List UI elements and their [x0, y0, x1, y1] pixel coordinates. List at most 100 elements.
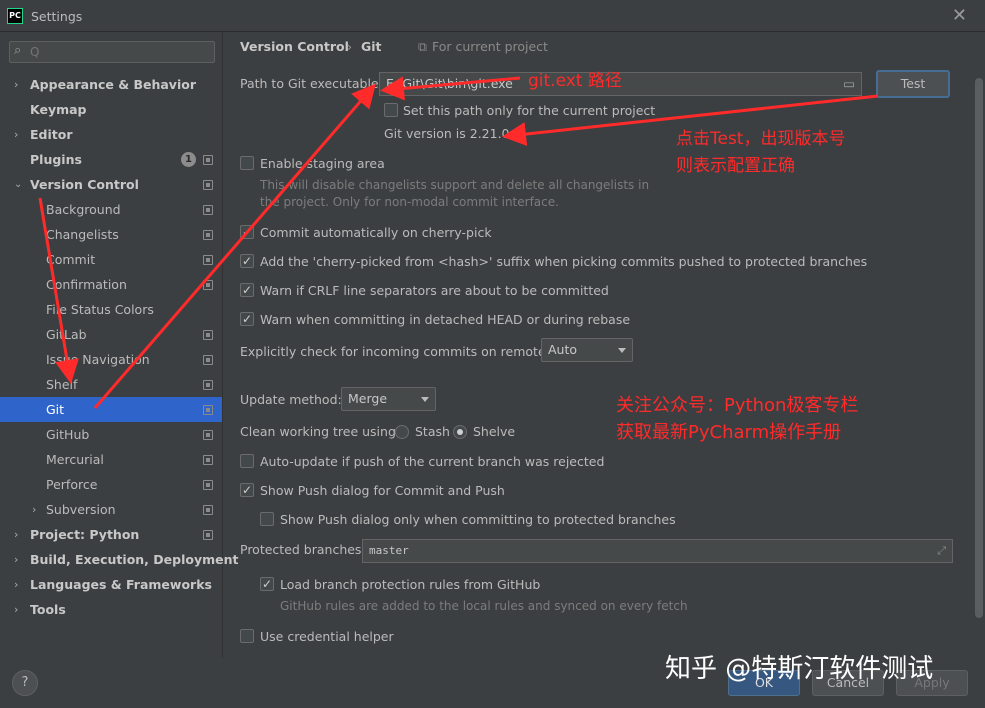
sidebar-item-background[interactable]: Background: [0, 197, 222, 222]
sidebar-item-keymap[interactable]: Keymap: [0, 97, 222, 122]
chevron-down-icon: [618, 348, 626, 353]
load-rules-label: Load branch protection rules from GitHub: [280, 577, 541, 592]
project-scope-icon: [203, 530, 213, 540]
chevron-down-icon: [421, 397, 429, 402]
chevron-right-icon: ›: [14, 553, 19, 566]
protected-branches-label: Protected branches:: [240, 542, 366, 557]
auto-update-checkbox[interactable]: [240, 454, 254, 468]
chevron-right-icon: ›: [14, 528, 19, 541]
git-path-value: E:\Git\Git\bin\git.exe: [386, 76, 513, 91]
pycharm-logo-icon: PC: [7, 8, 23, 24]
sidebar-item-project-python[interactable]: › Project: Python: [0, 522, 222, 547]
chevron-right-icon: ›: [14, 78, 19, 91]
search-input[interactable]: [30, 43, 210, 61]
test-annotation-line1: 点击Test，出现版本号: [676, 129, 846, 149]
show-push-protected-label: Show Push dialog only when committing to…: [280, 512, 676, 527]
detached-head-checkbox[interactable]: ✓: [240, 312, 254, 326]
test-button[interactable]: Test: [876, 70, 950, 98]
project-scope-icon: [203, 355, 213, 365]
crlf-checkbox[interactable]: ✓: [240, 283, 254, 297]
sidebar-item-languages[interactable]: › Languages & Frameworks: [0, 572, 222, 597]
sidebar-item-changelists[interactable]: Changelists: [0, 222, 222, 247]
project-scope-icon: [203, 505, 213, 515]
sidebar-item-subversion[interactable]: › Subversion: [0, 497, 222, 522]
help-button[interactable]: ?: [12, 670, 38, 696]
folder-icon[interactable]: ▭: [843, 73, 855, 95]
shelve-label: Shelve: [473, 424, 516, 439]
update-method-select[interactable]: Merge: [341, 387, 436, 411]
project-scope-icon: [203, 155, 213, 165]
window-title: Settings: [31, 9, 83, 24]
sidebar-item-shelf[interactable]: Shelf: [0, 372, 222, 397]
protected-branches-input[interactable]: master ⤢: [362, 539, 953, 563]
sidebar-item-tools[interactable]: › Tools: [0, 597, 222, 622]
cherry-pick-checkbox[interactable]: ✓: [240, 225, 254, 239]
show-push-label: Show Push dialog for Commit and Push: [260, 483, 505, 498]
search-field[interactable]: ⌕: [9, 41, 215, 63]
current-project-only-checkbox[interactable]: [384, 103, 398, 117]
sidebar-item-build[interactable]: › Build, Execution, Deployment: [0, 547, 238, 572]
detached-head-label: Warn when committing in detached HEAD or…: [260, 312, 631, 327]
chevron-right-icon: ›: [14, 603, 19, 616]
breadcrumb-current: Git: [361, 39, 382, 54]
cherry-pick-label: Commit automatically on cherry-pick: [260, 225, 492, 240]
clean-tree-label: Clean working tree using:: [240, 424, 401, 439]
stash-label: Stash: [415, 424, 450, 439]
sidebar-item-commit[interactable]: Commit: [0, 247, 222, 272]
breadcrumb-parent[interactable]: Version Control: [240, 39, 349, 54]
incoming-commits-value: Auto: [548, 342, 578, 357]
sidebar-item-issue-navigation[interactable]: Issue Navigation: [0, 347, 222, 372]
vertical-scrollbar[interactable]: [975, 78, 983, 618]
cherry-suffix-label: Add the 'cherry-picked from <hash>' suff…: [260, 254, 868, 269]
git-version-text: Git version is 2.21.0: [384, 126, 510, 141]
git-path-label: Path to Git executable:: [240, 76, 383, 91]
staging-checkbox[interactable]: [240, 156, 254, 170]
sidebar-item-appearance[interactable]: › Appearance & Behavior: [0, 72, 222, 97]
follow-annotation-line1: 关注公众号：Python极客专栏: [616, 395, 859, 416]
project-scope-icon: [203, 380, 213, 390]
project-scope-icon: [203, 230, 213, 240]
current-project-only-label: Set this path only for the current proje…: [403, 103, 656, 118]
project-scope-icon: [203, 205, 213, 215]
breadcrumb-separator: ›: [347, 39, 352, 54]
sidebar-item-github[interactable]: GitHub: [0, 422, 222, 447]
update-method-value: Merge: [348, 391, 388, 406]
path-annotation: git.ext 路径: [528, 71, 622, 91]
staging-desc-line1: This will disable changelists support an…: [260, 178, 650, 192]
sidebar-item-editor[interactable]: › Editor: [0, 122, 222, 147]
expand-icon[interactable]: ⤢: [937, 540, 946, 562]
show-push-checkbox[interactable]: ✓: [240, 483, 254, 497]
show-push-protected-checkbox[interactable]: [260, 512, 274, 526]
project-scope-icon: [203, 430, 213, 440]
sidebar-item-perforce[interactable]: Perforce: [0, 472, 222, 497]
project-scope-icon: [203, 255, 213, 265]
stash-radio[interactable]: [395, 425, 409, 439]
settings-sidebar: ⌕ › Appearance & Behavior Keymap › Edito…: [0, 32, 238, 658]
sidebar-item-confirmation[interactable]: Confirmation: [0, 272, 222, 297]
load-rules-desc: GitHub rules are added to the local rule…: [280, 599, 688, 613]
project-scope-icon: [203, 455, 213, 465]
sidebar-item-git[interactable]: Git: [0, 397, 222, 422]
title-bar: PC Settings ✕: [0, 0, 985, 32]
sidebar-item-plugins[interactable]: Plugins 1: [0, 147, 222, 172]
close-icon[interactable]: ✕: [952, 5, 967, 26]
auto-update-label: Auto-update if push of the current branc…: [260, 454, 605, 469]
credential-helper-checkbox[interactable]: [240, 629, 254, 643]
sidebar-item-file-status-colors[interactable]: File Status Colors: [0, 297, 222, 322]
sidebar-item-gitlab[interactable]: GitLab: [0, 322, 222, 347]
follow-annotation-line2: 获取最新PyCharm操作手册: [616, 422, 842, 443]
project-scope-icon: [203, 330, 213, 340]
load-rules-checkbox[interactable]: ✓: [260, 577, 274, 591]
sidebar-item-version-control[interactable]: ⌄ Version Control: [0, 172, 222, 197]
crlf-label: Warn if CRLF line separators are about t…: [260, 283, 609, 298]
shelve-radio[interactable]: [453, 425, 467, 439]
plugins-update-badge: 1: [181, 152, 196, 167]
sidebar-item-mercurial[interactable]: Mercurial: [0, 447, 222, 472]
incoming-commits-select[interactable]: Auto: [541, 338, 633, 362]
staging-desc-line2: the project. Only for non-modal commit i…: [260, 195, 559, 209]
project-scope-icon: [203, 280, 213, 290]
credential-helper-label: Use credential helper: [260, 629, 394, 644]
search-icon: ⌕: [14, 43, 22, 58]
cherry-suffix-checkbox[interactable]: ✓: [240, 254, 254, 268]
chevron-down-icon: ⌄: [14, 179, 23, 190]
